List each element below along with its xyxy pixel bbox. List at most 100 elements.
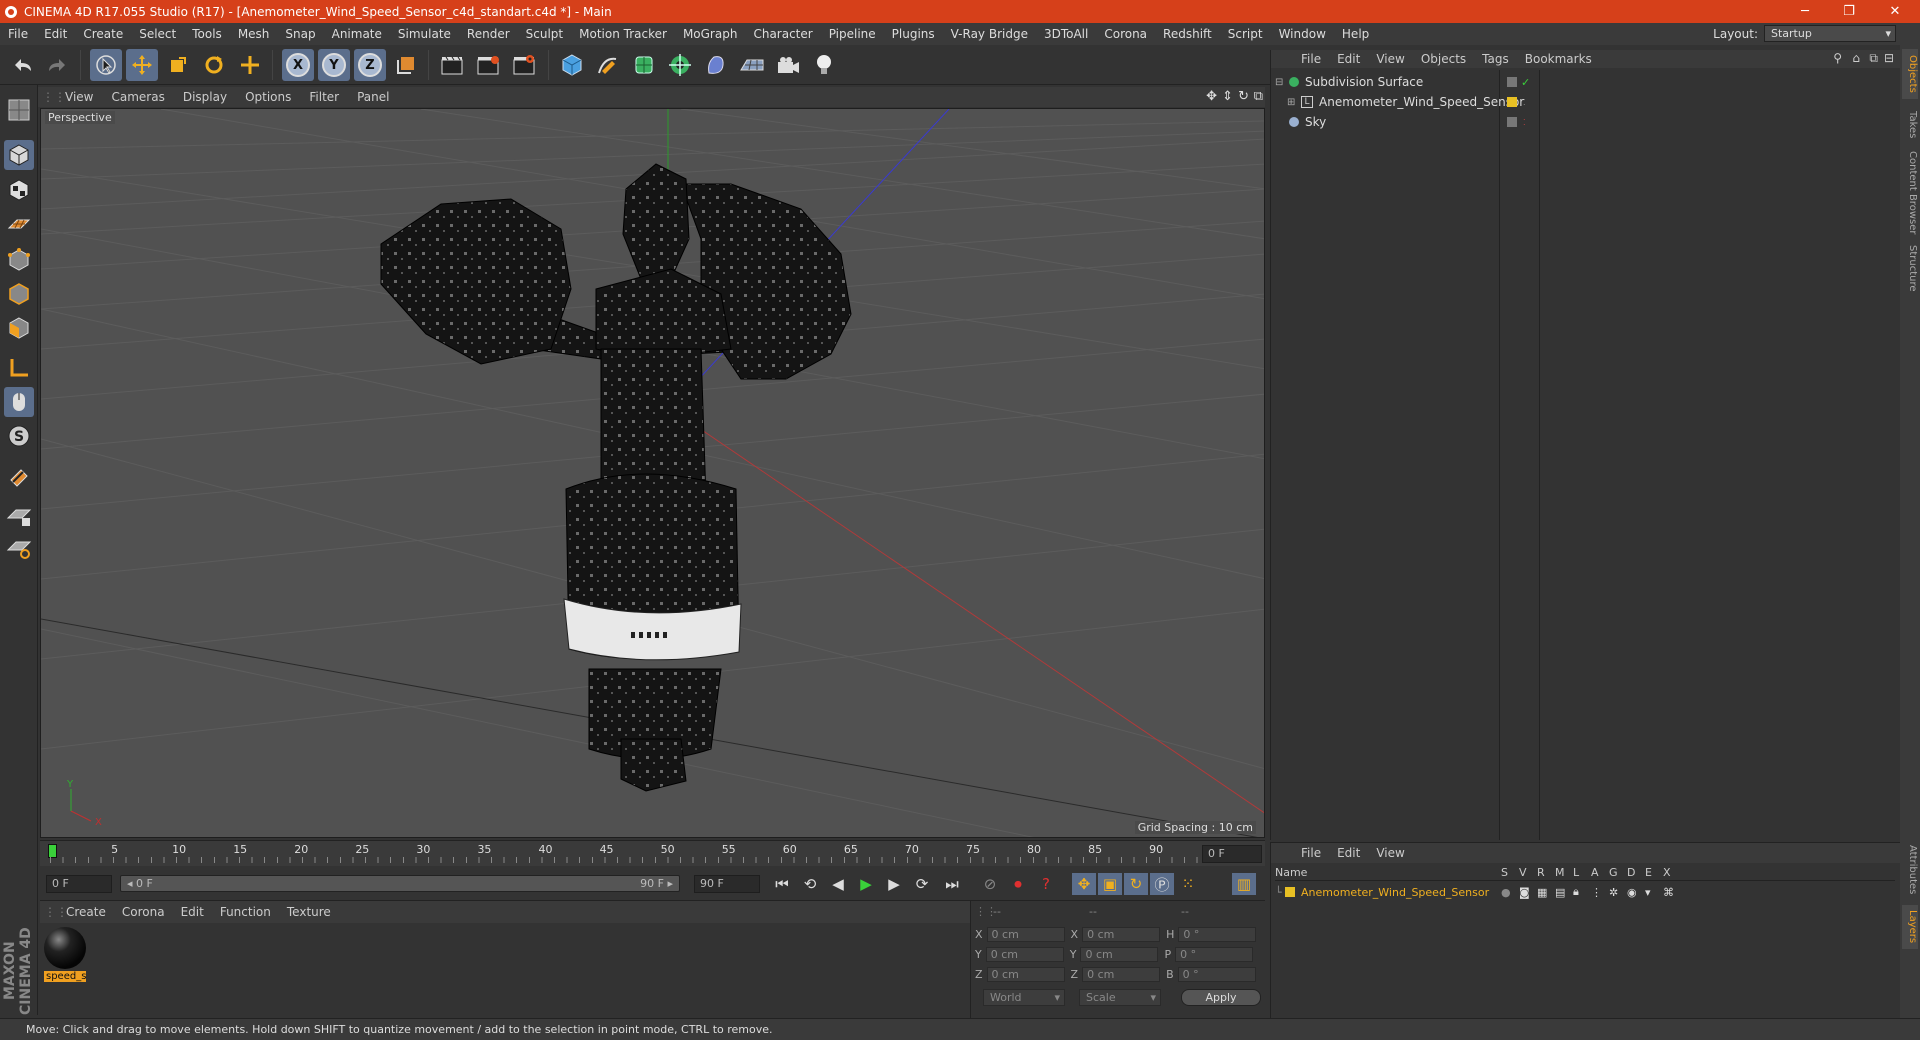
key-parameter-toggle[interactable]: Ⓟ — [1150, 873, 1174, 895]
object-row-sky[interactable]: Sky ⁚ — [1275, 112, 1895, 132]
menu-mesh[interactable]: Mesh — [230, 27, 278, 41]
size-mode-select[interactable]: Scale ▾ — [1079, 989, 1161, 1006]
points-mode-button[interactable] — [4, 245, 34, 275]
current-frame-field[interactable]: 0 F — [1202, 845, 1262, 863]
model-mode-button[interactable] — [4, 140, 34, 170]
snap-button[interactable] — [4, 463, 34, 493]
object-menu-tags[interactable]: Tags — [1474, 52, 1517, 66]
layer-manager-icon[interactable]: ▤ — [1555, 886, 1573, 899]
key-pla-toggle[interactable]: ⁙ — [1176, 873, 1200, 895]
menu-plugins[interactable]: Plugins — [884, 27, 943, 41]
undo-button[interactable] — [6, 49, 38, 81]
next-frame-button[interactable]: ▶ — [882, 873, 906, 895]
object-menu-view[interactable]: View — [1368, 52, 1412, 66]
rotate-tool[interactable] — [198, 49, 230, 81]
layer-solo-icon[interactable]: ● — [1501, 886, 1519, 899]
enabled-check-icon[interactable]: ✓ — [1521, 76, 1530, 89]
viewport-zoom-icon[interactable]: ⇕ — [1222, 89, 1233, 104]
menu-select[interactable]: Select — [131, 27, 184, 41]
layer-expression-icon[interactable]: ▾ — [1645, 886, 1663, 899]
deformer-button[interactable] — [700, 49, 732, 81]
make-editable-button[interactable] — [4, 95, 34, 125]
layer-row[interactable]: └ Anemometer_Wind_Speed_Sensor ● ◙ ▦ ▤ 🔒… — [1275, 883, 1895, 901]
menu-edit[interactable]: Edit — [36, 27, 75, 41]
planar-workplane-button[interactable] — [4, 533, 34, 563]
solo-mode-button[interactable]: S — [4, 421, 34, 451]
render-view-button[interactable] — [436, 49, 468, 81]
autokey-button[interactable]: ⏺ — [1006, 873, 1030, 895]
object-menu-edit[interactable]: Edit — [1329, 52, 1368, 66]
lock-icon[interactable]: ⊟ — [1884, 51, 1894, 65]
material-menu-create[interactable]: Create — [58, 905, 114, 919]
size-z-field[interactable]: 0 cm — [1082, 966, 1161, 982]
material-swatch[interactable]: speed_s — [44, 927, 86, 985]
viewport-menu-options[interactable]: Options — [236, 90, 300, 104]
locked-workplane-button[interactable] — [4, 501, 34, 531]
render-settings-button[interactable] — [508, 49, 540, 81]
menu-create[interactable]: Create — [75, 27, 131, 41]
layer-menu-edit[interactable]: Edit — [1329, 846, 1368, 860]
minimize-button[interactable]: ─ — [1784, 0, 1826, 23]
material-menu-texture[interactable]: Texture — [279, 905, 339, 919]
material-menu-corona[interactable]: Corona — [114, 905, 173, 919]
tab-attributes[interactable]: Attributes — [1902, 840, 1918, 900]
position-z-field[interactable]: 0 cm — [986, 966, 1065, 982]
play-button[interactable]: ▶ — [854, 873, 878, 895]
menu-render[interactable]: Render — [459, 27, 518, 41]
object-manager-options-icon[interactable]: ⧉ — [1869, 51, 1878, 66]
coordinate-system-button[interactable] — [390, 49, 422, 81]
key-scale-toggle[interactable]: ▣ — [1098, 873, 1122, 895]
pen-spline-button[interactable] — [592, 49, 624, 81]
timeline-window-button[interactable]: ▥ — [1232, 873, 1256, 895]
position-y-field[interactable]: 0 cm — [985, 946, 1064, 962]
move-tool[interactable] — [126, 49, 158, 81]
render-to-picture-viewer-button[interactable] — [472, 49, 504, 81]
viewport-perspective[interactable]: X Y Perspective Grid Spacing : 10 cm — [40, 108, 1265, 838]
viewport-pan-icon[interactable]: ✥ — [1206, 89, 1217, 104]
menu-animate[interactable]: Animate — [324, 27, 390, 41]
editor-visibility-icon[interactable] — [1507, 117, 1517, 127]
layer-generator-icon[interactable]: ✲ — [1609, 886, 1627, 899]
layer-deformer-icon[interactable]: ◉ — [1627, 886, 1645, 899]
floor-button[interactable] — [736, 49, 768, 81]
menu-script[interactable]: Script — [1220, 27, 1271, 41]
subdivision-surface-button[interactable] — [628, 49, 660, 81]
material-menu-edit[interactable]: Edit — [173, 905, 212, 919]
key-position-toggle[interactable]: ✥ — [1072, 873, 1096, 895]
workplane-mode-button[interactable] — [4, 209, 34, 239]
close-button[interactable]: ✕ — [1874, 0, 1916, 23]
rotation-b-field[interactable]: 0 ° — [1177, 966, 1256, 982]
next-key-button[interactable]: ⟳ — [910, 873, 934, 895]
collapse-icon[interactable]: ⊟ — [1275, 77, 1289, 88]
keyframe-selection-button[interactable]: ? — [1034, 873, 1058, 895]
camera-button[interactable] — [772, 49, 804, 81]
layer-render-icon[interactable]: ▦ — [1537, 886, 1555, 899]
restore-button[interactable]: ❐ — [1828, 0, 1870, 23]
menu-motion-tracker[interactable]: Motion Tracker — [571, 27, 675, 41]
start-frame-field[interactable]: 0 F — [46, 875, 112, 893]
position-x-field[interactable]: 0 cm — [986, 926, 1065, 942]
menu-redshift[interactable]: Redshift — [1155, 27, 1220, 41]
rotation-p-field[interactable]: 0 ° — [1175, 946, 1254, 962]
menu-vray-bridge[interactable]: V-Ray Bridge — [943, 27, 1036, 41]
record-keys-button[interactable]: ⊘ — [978, 873, 1002, 895]
menu-3dtoall[interactable]: 3DToAll — [1036, 27, 1096, 41]
axis-mode-button[interactable] — [4, 353, 34, 383]
layer-menu-view[interactable]: View — [1368, 846, 1412, 860]
menu-file[interactable]: File — [0, 27, 36, 41]
layer-color-swatch[interactable] — [1507, 97, 1517, 107]
layer-animation-icon[interactable]: ⋮ — [1591, 886, 1609, 899]
coordinate-space-select[interactable]: World ▾ — [983, 989, 1065, 1006]
axis-y-toggle[interactable]: Y — [318, 49, 350, 81]
visibility-dots-icon[interactable]: ⁚ — [1523, 98, 1526, 107]
viewport-menu-cameras[interactable]: Cameras — [102, 90, 173, 104]
menu-simulate[interactable]: Simulate — [390, 27, 459, 41]
layout-select[interactable]: Startup ▾ — [1764, 25, 1896, 42]
viewport-maximize-icon[interactable]: ⧉ — [1254, 89, 1263, 104]
viewport-rotate-icon[interactable]: ↻ — [1238, 89, 1249, 104]
recent-tool[interactable] — [234, 49, 266, 81]
visibility-dots-icon[interactable]: ⁚ — [1523, 118, 1526, 127]
rotation-h-field[interactable]: 0 ° — [1178, 926, 1257, 942]
previous-frame-button[interactable]: ◀ — [826, 873, 850, 895]
go-to-end-button[interactable]: ⏭ — [940, 873, 964, 895]
